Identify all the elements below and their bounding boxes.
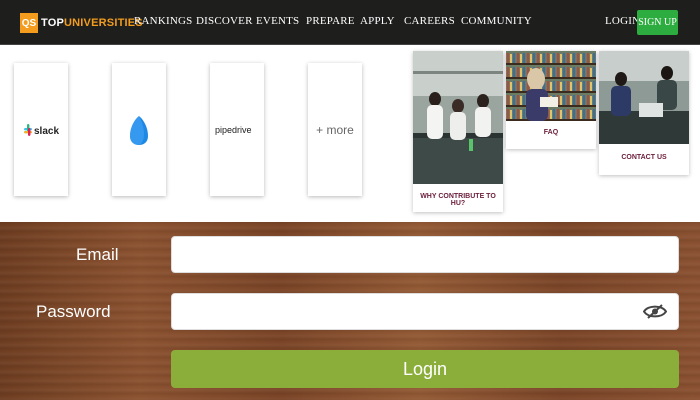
slack-icon: slack <box>24 123 59 137</box>
svg-text:pipedrive: pipedrive <box>215 125 252 135</box>
svg-text:slack: slack <box>34 126 59 137</box>
slack-card[interactable]: slack <box>14 63 68 196</box>
topuniversities-logo[interactable]: QS TOPUNIVERSITIES <box>20 12 143 34</box>
library-student-photo <box>506 51 596 121</box>
more-integrations-card[interactable]: + more <box>308 63 362 196</box>
password-field[interactable] <box>171 293 679 330</box>
logo-wordmark: TOPUNIVERSITIES <box>41 17 143 29</box>
faq-caption: FAQ <box>543 129 559 136</box>
qs-logo-mark: QS <box>20 13 38 33</box>
nav-link-apply[interactable]: APPLY <box>360 15 395 27</box>
top-navigation: QS TOPUNIVERSITIES RANKINGS DISCOVER EVE… <box>0 0 700 45</box>
computer-lab-photo <box>599 51 689 144</box>
more-label: + more <box>316 122 354 137</box>
show-password-eye-icon[interactable] <box>643 303 667 320</box>
pipedrive-logo: pipedrive <box>215 125 252 135</box>
onedrive-card[interactable] <box>112 63 166 196</box>
why-contribute-caption: WHY CONTRIBUTE TO HU? <box>420 193 496 207</box>
email-label: Email <box>76 245 119 264</box>
nav-link-events[interactable]: EVENTS <box>256 15 299 27</box>
signup-button[interactable]: SIGN UP <box>637 10 678 35</box>
faq-tile[interactable]: FAQ <box>506 51 596 149</box>
login-button[interactable]: Login <box>171 350 679 388</box>
nav-link-rankings[interactable]: RANKINGS <box>134 15 192 27</box>
login-link[interactable]: LOGIN <box>605 15 640 27</box>
pipedrive-card[interactable]: pipedrive <box>210 63 264 196</box>
nav-link-community[interactable]: COMMUNITY <box>461 15 532 27</box>
contact-us-caption: CONTACT US <box>621 154 667 161</box>
onedrive-icon <box>130 115 148 145</box>
password-label: Password <box>36 302 111 321</box>
lab-students-photo <box>413 51 503 184</box>
nav-link-prepare[interactable]: PREPARE <box>306 15 355 27</box>
email-field[interactable] <box>171 236 679 273</box>
nav-link-careers[interactable]: CAREERS <box>404 15 455 27</box>
nav-link-discover[interactable]: DISCOVER <box>196 15 253 27</box>
why-contribute-tile[interactable]: WHY CONTRIBUTE TO HU? <box>413 51 503 212</box>
contact-us-tile[interactable]: CONTACT US <box>599 51 689 175</box>
